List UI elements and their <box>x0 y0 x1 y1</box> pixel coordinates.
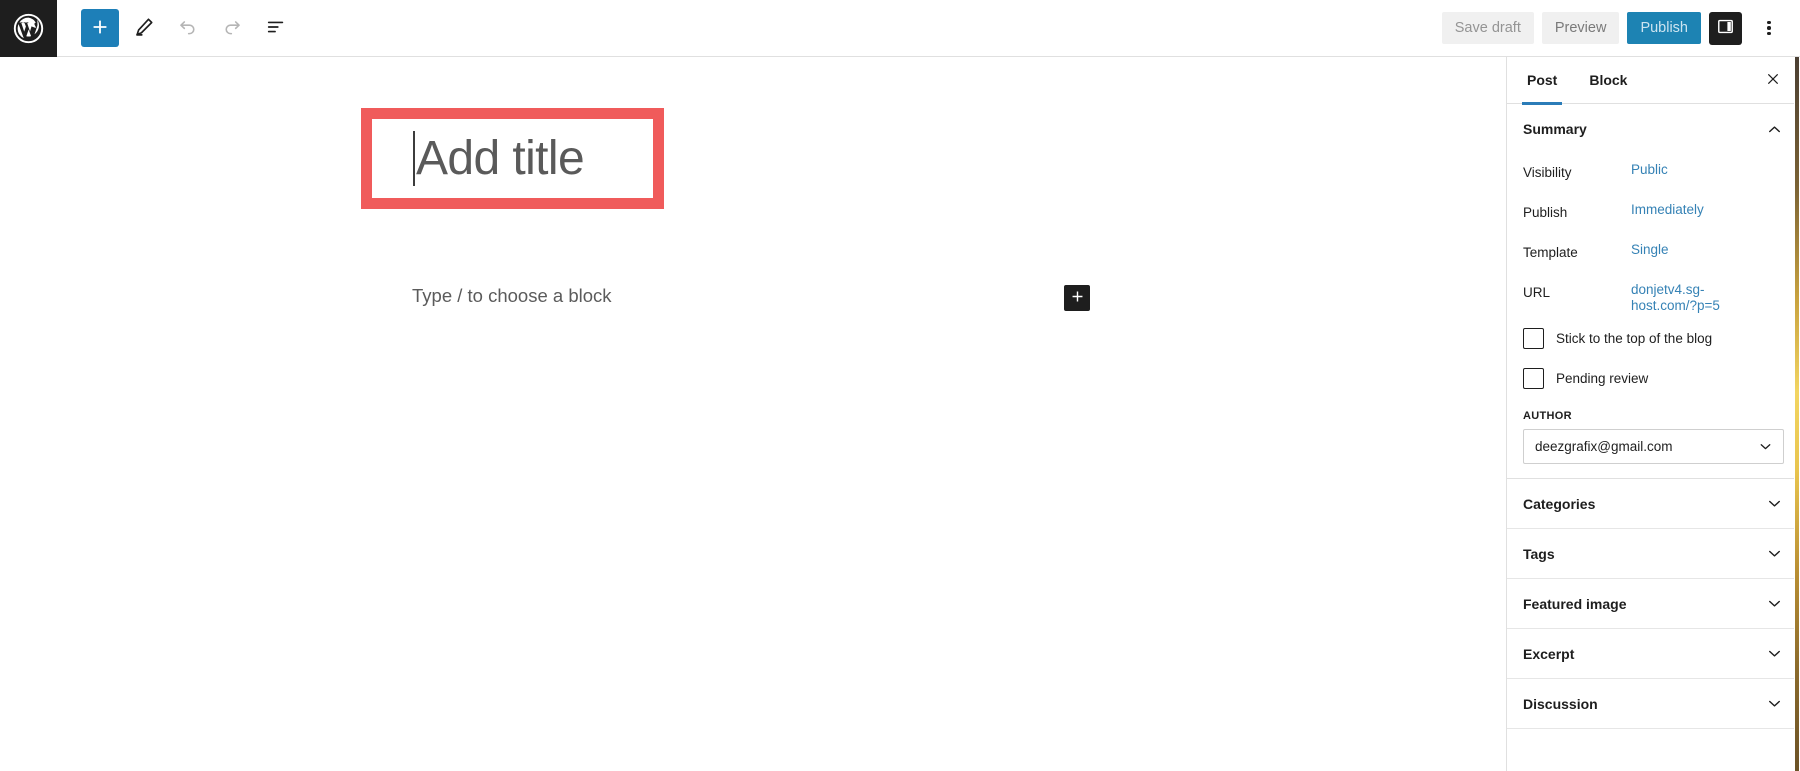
toolbar-left-tools <box>81 9 295 47</box>
settings-sidebar-toggle-button[interactable] <box>1709 11 1742 45</box>
undo-arrow-icon <box>177 16 199 41</box>
sticky-post-label: Stick to the top of the blog <box>1556 330 1713 346</box>
discussion-label: Discussion <box>1523 695 1598 712</box>
undo-button[interactable] <box>169 9 207 47</box>
chevron-down-icon <box>1765 644 1784 663</box>
panel-discussion[interactable]: Discussion <box>1507 679 1800 729</box>
url-value-button[interactable]: donjetv4.sg-host.com/?p=5 <box>1631 282 1766 313</box>
panel-featured-image[interactable]: Featured image <box>1507 579 1800 629</box>
summary-panel-body: Visibility Public Publish Immediately Te… <box>1507 154 1800 478</box>
publish-value-button[interactable]: Immediately <box>1631 202 1704 218</box>
plus-icon <box>89 16 111 41</box>
edit-tool-button[interactable] <box>125 9 163 47</box>
tab-block[interactable]: Block <box>1573 57 1643 104</box>
summary-panel-title: Summary <box>1523 121 1587 137</box>
pending-review-label: Pending review <box>1556 370 1649 386</box>
inline-add-block-button[interactable] <box>1064 285 1090 311</box>
template-value-button[interactable]: Single <box>1631 242 1669 258</box>
add-block-button[interactable] <box>81 9 119 47</box>
toolbar-right-tools: Save draft Preview Publish <box>1441 11 1800 45</box>
summary-row-publish: Publish Immediately <box>1523 198 1784 238</box>
preview-button[interactable]: Preview <box>1541 12 1620 44</box>
publish-button[interactable]: Publish <box>1627 12 1701 44</box>
page-scrollbar-thumb[interactable] <box>1795 57 1799 771</box>
featured-image-label: Featured image <box>1523 595 1627 612</box>
visibility-label: Visibility <box>1523 165 1572 180</box>
page-scrollbar[interactable] <box>1794 57 1800 771</box>
summary-row-visibility: Visibility Public <box>1523 158 1784 198</box>
panel-categories[interactable]: Categories <box>1507 479 1800 529</box>
editor-top-toolbar: Save draft Preview Publish <box>0 0 1800 57</box>
pending-review-checkbox[interactable] <box>1523 367 1544 389</box>
template-label: Template <box>1523 245 1578 260</box>
pending-review-checkbox-row[interactable]: Pending review <box>1523 358 1784 398</box>
wordpress-block-editor: Save draft Preview Publish Add title Typ… <box>0 0 1800 771</box>
kebab-menu-icon <box>1767 18 1771 37</box>
document-overview-button[interactable] <box>257 9 295 47</box>
tags-label: Tags <box>1523 545 1555 562</box>
plus-icon <box>1069 288 1086 308</box>
chevron-down-icon <box>1765 494 1784 513</box>
author-select[interactable]: deezgrafix@gmail.com <box>1523 429 1784 464</box>
summary-panel-header[interactable]: Summary <box>1507 104 1800 154</box>
wordpress-logo-button[interactable] <box>0 0 57 57</box>
author-field-label: AUTHOR <box>1523 410 1572 422</box>
close-sidebar-button[interactable] <box>1756 63 1790 97</box>
tab-post[interactable]: Post <box>1511 57 1573 105</box>
chevron-down-icon <box>1757 438 1774 455</box>
chevron-down-icon <box>1765 594 1784 613</box>
wordpress-logo-icon <box>13 13 44 44</box>
url-label: URL <box>1523 285 1551 300</box>
sticky-post-checkbox-row[interactable]: Stick to the top of the blog <box>1523 318 1784 358</box>
summary-row-template: Template Single <box>1523 238 1784 278</box>
summary-row-url: URL donjetv4.sg-host.com/?p=5 <box>1523 278 1784 318</box>
sidebar-panel-icon <box>1716 17 1735 39</box>
post-settings-sidebar: Post Block Summary Visibility Public Pub… <box>1506 57 1800 771</box>
editor-options-button[interactable] <box>1752 11 1786 45</box>
save-draft-button[interactable]: Save draft <box>1441 12 1534 44</box>
excerpt-label: Excerpt <box>1523 645 1575 662</box>
empty-block-prompt[interactable]: Type / to choose a block <box>412 285 612 307</box>
author-select-value: deezgrafix@gmail.com <box>1535 439 1673 454</box>
list-view-icon <box>265 16 287 41</box>
categories-label: Categories <box>1523 495 1596 512</box>
publish-label: Publish <box>1523 205 1568 220</box>
chevron-down-icon <box>1765 544 1784 563</box>
redo-arrow-icon <box>221 16 243 41</box>
chevron-up-icon <box>1765 120 1784 139</box>
pencil-icon <box>133 16 155 41</box>
panel-tags[interactable]: Tags <box>1507 529 1800 579</box>
editor-canvas: Add title Type / to choose a block <box>0 57 1506 771</box>
chevron-down-icon <box>1765 694 1784 713</box>
visibility-value-button[interactable]: Public <box>1631 162 1668 178</box>
sticky-post-checkbox[interactable] <box>1523 327 1544 349</box>
sidebar-tab-bar: Post Block <box>1507 57 1800 105</box>
title-highlight-annotation <box>361 108 664 209</box>
redo-button[interactable] <box>213 9 251 47</box>
close-x-icon <box>1765 71 1781 90</box>
panel-excerpt[interactable]: Excerpt <box>1507 629 1800 679</box>
